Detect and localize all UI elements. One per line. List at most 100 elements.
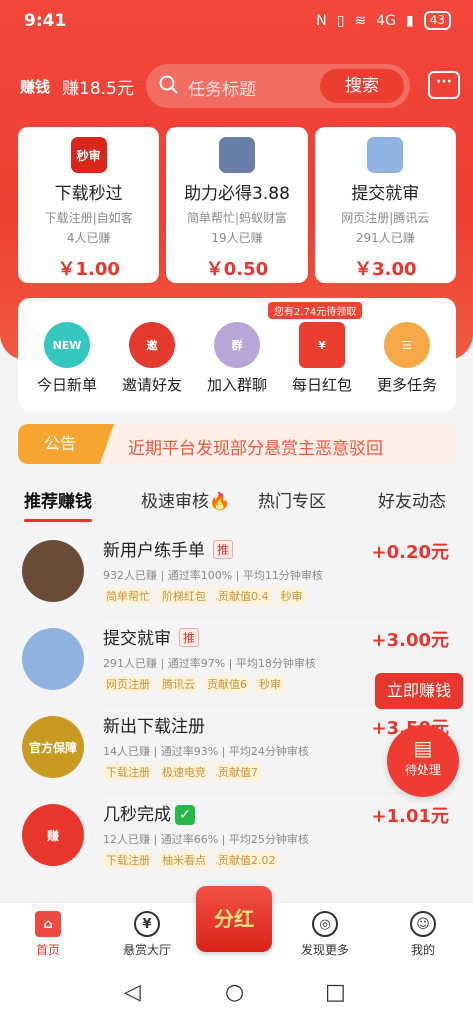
task-title-text: 提交就审 xyxy=(103,629,171,649)
task-reward: +0.20元 xyxy=(371,542,450,563)
task-icon xyxy=(367,137,404,173)
tab-friends[interactable]: 好友动态 xyxy=(378,487,446,512)
task-title: 提交就审推 xyxy=(103,624,200,649)
search-button[interactable]: 搜索 xyxy=(320,69,404,103)
earned-amount[interactable]: 赚18.5元 xyxy=(62,74,134,99)
task-reward: +3.00元 xyxy=(371,630,450,651)
quick-daily-redpacket[interactable]: ¥ 每日红包 xyxy=(277,322,367,395)
search-bar[interactable]: 任务标题 搜索 xyxy=(146,64,410,108)
task-title-text: 新出下载注册 xyxy=(103,717,205,737)
dividend-button[interactable]: 分红 xyxy=(196,886,272,952)
tab-underline xyxy=(24,519,92,522)
task-title: 新用户练手单推 xyxy=(103,536,234,561)
tab-recommended[interactable]: 推荐赚钱 xyxy=(24,487,92,522)
task-meta: 12人已赚 | 通过率66% | 平均25分钟审核 xyxy=(103,833,309,846)
card-title: 助力必得3.88 xyxy=(184,184,290,204)
task-tags: 下载注册 柚米看点 贡献值2.02 xyxy=(103,851,279,869)
nav-label: 发现更多 xyxy=(300,943,349,957)
search-icon xyxy=(159,75,178,94)
featured-card[interactable]: 秒审 下载秒过 下载注册|自如客 4人已赚 ￥1.00 xyxy=(18,127,160,283)
task-meta: 932人已赚 | 通过率100% | 平均11分钟审核 xyxy=(103,569,323,582)
task-tags: 简单帮忙 阶梯红包 贡献值0.4 秒审 xyxy=(103,587,306,605)
featured-card[interactable]: 提交就审 网页注册|腾讯云 291人已赚 ￥3.00 xyxy=(314,127,456,283)
tab-hot[interactable]: 热门专区 xyxy=(258,487,326,512)
task-title-text: 几秒完成 xyxy=(103,805,171,825)
pending-button[interactable]: ▤ 待处理 xyxy=(387,725,459,797)
vibrate-icon: ▯ xyxy=(336,12,345,29)
quick-label: 邀请好友 xyxy=(121,376,182,394)
redpacket-icon: ¥ xyxy=(299,322,345,368)
clipboard-icon: ▤ xyxy=(413,736,433,760)
notice-bar[interactable]: 公告 近期平台发现部分悬赏主恶意驳回 xyxy=(18,424,456,464)
task-tag: 网页注册 xyxy=(103,675,153,693)
card-price: ￥3.00 xyxy=(354,259,417,280)
quick-invite-friends[interactable]: 邀 邀请好友 xyxy=(107,322,197,395)
task-tag: 柚米看点 xyxy=(159,851,209,869)
task-tag: 秒审 xyxy=(256,675,284,693)
list-item[interactable]: 赚 几秒完成 ✓ 12人已赚 | 通过率66% | 平均25分钟审核 下载注册 柚… xyxy=(0,794,473,882)
task-tag: 贡献值0.4 xyxy=(215,587,272,605)
task-tag: 下载注册 xyxy=(103,763,153,781)
task-title: 几秒完成 ✓ xyxy=(103,800,195,825)
task-tags: 网页注册 腾讯云 贡献值6 秒审 xyxy=(103,675,284,693)
back-icon[interactable]: ◁ xyxy=(124,980,141,1005)
check-icon: ✓ xyxy=(175,805,195,825)
status-icons: N ▯ ≋ 4G ▮ 43 xyxy=(316,11,451,30)
nav-label: 我的 xyxy=(410,943,435,957)
task-tag: 腾讯云 xyxy=(159,675,198,693)
status-time: 9:41 xyxy=(24,11,67,31)
quick-label: 更多任务 xyxy=(376,376,437,394)
message-icon[interactable]: ··· xyxy=(428,71,460,99)
home-circle-icon[interactable]: ○ xyxy=(225,980,244,1005)
card-count: 4人已赚 xyxy=(66,231,111,245)
card-count: 291人已赚 xyxy=(355,231,415,245)
notice-label: 公告 xyxy=(18,424,114,464)
tasks-icon: ☰ xyxy=(384,322,430,368)
quick-new-orders[interactable]: NEW 今日新单 xyxy=(22,322,112,395)
quick-label: 每日红包 xyxy=(291,376,352,394)
card-desc: 简单帮忙|蚂蚁财富 xyxy=(186,211,288,225)
task-meta: 14人已赚 | 通过率93% | 平均24分钟审核 xyxy=(103,745,309,758)
task-tag: 贡献值6 xyxy=(204,675,250,693)
smile-icon: ☺ xyxy=(410,911,436,937)
task-icon: 秒审 xyxy=(70,137,107,173)
task-tag: 贡献值7 xyxy=(215,763,261,781)
nav-bounty-hall[interactable]: ¥ 悬赏大厅 xyxy=(107,911,187,958)
task-tag: 极速电竞 xyxy=(159,763,209,781)
task-tag: 简单帮忙 xyxy=(103,587,153,605)
yen-icon: ¥ xyxy=(134,911,160,937)
top-bar: 赚钱 赚18.5元 任务标题 搜索 ··· xyxy=(0,62,473,108)
category-tabs: 推荐赚钱 极速审核🔥 热门专区 好友动态 xyxy=(0,484,473,522)
pending-label: 待处理 xyxy=(404,763,441,777)
search-input[interactable]: 任务标题 xyxy=(188,75,256,100)
nfc-icon: N xyxy=(316,12,327,29)
card-desc: 下载注册|自如客 xyxy=(44,211,133,225)
list-item[interactable]: 新用户练手单推 932人已赚 | 通过率100% | 平均11分钟审核 简单帮忙… xyxy=(0,530,473,618)
pending-reward-badge[interactable]: 您有2.74元待领取 xyxy=(268,302,363,319)
quick-more-tasks[interactable]: ☰ 更多任务 xyxy=(362,322,452,395)
card-title: 下载秒过 xyxy=(54,184,123,204)
task-title-text: 新用户练手单 xyxy=(103,541,205,561)
recents-icon[interactable]: □ xyxy=(325,980,346,1005)
task-meta: 291人已赚 | 通过率97% | 平均18分钟审核 xyxy=(103,657,316,670)
quick-label: 今日新单 xyxy=(36,376,97,394)
quick-actions: NEW 今日新单 邀 邀请好友 群 加入群聊 ¥ 每日红包 ☰ 更多任务 xyxy=(18,298,456,411)
nav-discover[interactable]: ◎ 发现更多 xyxy=(285,911,365,958)
app-logo: 赚钱 xyxy=(20,78,51,96)
tab-fast-review[interactable]: 极速审核🔥 xyxy=(141,487,230,512)
task-tag: 秒审 xyxy=(277,587,306,605)
featured-card[interactable]: 助力必得3.88 简单帮忙|蚂蚁财富 19人已赚 ￥0.50 xyxy=(166,127,308,283)
avatar: 官方保障 xyxy=(22,716,84,778)
nav-mine[interactable]: ☺ 我的 xyxy=(383,911,463,958)
task-tag: 阶梯红包 xyxy=(159,587,209,605)
card-price: ￥1.00 xyxy=(57,259,120,280)
status-bar: 9:41 N ▯ ≋ 4G ▮ 43 xyxy=(0,0,473,44)
earn-now-button[interactable]: 立即赚钱 xyxy=(375,673,463,709)
nav-home[interactable]: ⌂ 首页 xyxy=(8,911,88,958)
quick-label: 加入群聊 xyxy=(206,376,267,394)
recommend-badge: 推 xyxy=(179,628,200,647)
task-tags: 下载注册 极速电竞 贡献值7 xyxy=(103,763,261,781)
wifi-icon: ≋ xyxy=(354,12,367,29)
quick-join-group[interactable]: 群 加入群聊 xyxy=(192,322,282,395)
recommend-badge: 推 xyxy=(213,540,234,559)
